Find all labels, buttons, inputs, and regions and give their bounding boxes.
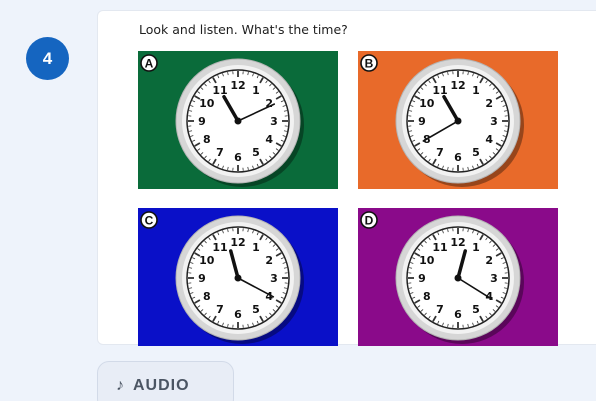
clock-number: 5 [472, 303, 480, 316]
clock-number: 1 [472, 84, 480, 97]
option-c-letter: C [145, 214, 154, 228]
clock-number: 7 [216, 146, 224, 159]
clock-number: 11 [432, 241, 447, 254]
clock-number: 6 [234, 308, 242, 321]
clock-number: 9 [198, 272, 206, 285]
clock-number: 8 [203, 290, 211, 303]
clock-number: 3 [490, 115, 498, 128]
option-b-letter-badge: B [360, 54, 378, 72]
clock-number: 3 [270, 272, 278, 285]
option-c-letter-badge: C [140, 211, 158, 229]
clock-number: 1 [252, 241, 260, 254]
option-d-letter: D [365, 214, 374, 228]
clock-center [234, 274, 242, 282]
clock-number: 11 [212, 84, 227, 97]
audio-button-label: AUDIO [133, 377, 190, 394]
clock-number: 12 [450, 79, 465, 92]
clock-number: 12 [450, 236, 465, 249]
option-b-panel[interactable]: B121234567891011 [358, 51, 558, 189]
clock-number: 10 [199, 97, 215, 110]
clock-number: 10 [419, 254, 435, 267]
clock-number: 6 [454, 308, 462, 321]
clock-number: 12 [230, 79, 245, 92]
clock-number: 3 [490, 272, 498, 285]
option-b-letter: B [365, 57, 374, 71]
option-a-letter: A [145, 57, 154, 71]
clock-number: 2 [485, 254, 493, 267]
option-c-panel[interactable]: C 12 1 2 3 4 5 6 7 8 9 10 11 [138, 208, 338, 346]
option-d-letter-badge: D [360, 211, 378, 229]
clock-number: 12 [230, 236, 245, 249]
option-a-letter-badge: A [140, 54, 158, 72]
clock-number: 2 [485, 97, 493, 110]
clock-number: 8 [423, 290, 431, 303]
option-a-panel[interactable]: A 12 1 2 3 4 5 6 7 8 9 10 11 [138, 51, 338, 189]
clock-number: 1 [252, 84, 260, 97]
clock-number: 9 [198, 115, 206, 128]
clock-number: 4 [485, 133, 493, 146]
clock-number: 6 [234, 151, 242, 164]
clock-center [454, 274, 462, 282]
clock-number: 2 [265, 254, 273, 267]
clock-number: 11 [212, 241, 227, 254]
clock-number: 10 [199, 254, 215, 267]
clock-number: 11 [432, 84, 447, 97]
exercise-number-badge: 4 [26, 37, 69, 80]
clock-number: 3 [270, 115, 278, 128]
clock-number: 7 [436, 303, 444, 316]
clock-center [234, 117, 242, 125]
clock-number: 7 [436, 146, 444, 159]
clock-number: 5 [472, 146, 480, 159]
option-d-panel[interactable]: D 12 1 2 3 4 5 6 7 8 9 10 11 [358, 208, 558, 346]
clock-number: 9 [418, 272, 426, 285]
clock-number: 6 [454, 151, 462, 164]
clock-number: 10 [419, 97, 435, 110]
clock-number: 5 [252, 303, 260, 316]
clock-number: 8 [203, 133, 211, 146]
clock-number: 9 [418, 115, 426, 128]
clock-number: 4 [265, 133, 273, 146]
clock-number: 5 [252, 146, 260, 159]
clock-number: 1 [472, 241, 480, 254]
clock-number: 7 [216, 303, 224, 316]
clock-center [454, 117, 462, 125]
music-note-icon: ♪ [116, 377, 125, 394]
audio-button[interactable]: ♪ AUDIO [97, 361, 234, 401]
exercise-instruction: Look and listen. What's the time? [139, 22, 348, 37]
